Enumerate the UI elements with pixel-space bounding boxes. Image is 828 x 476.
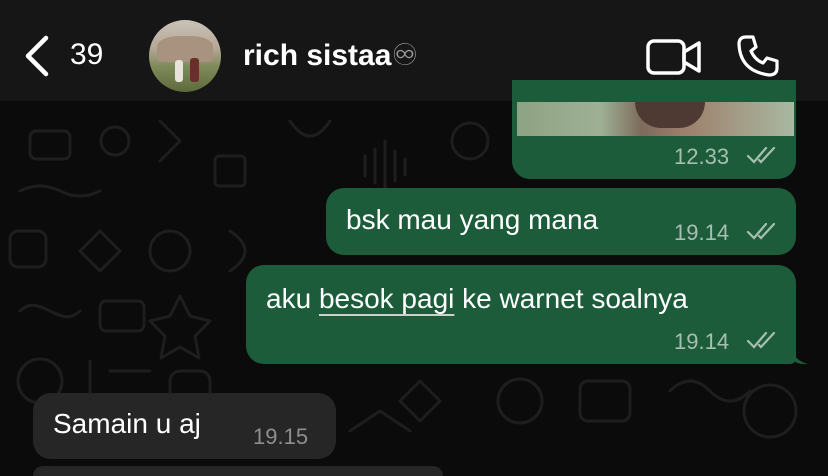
message-time: 19.14 [674, 220, 730, 245]
avatar[interactable] [149, 20, 221, 92]
unread-count[interactable]: 39 [70, 38, 103, 72]
message-time: 12.33 [674, 144, 730, 169]
photo-thumbnail[interactable] [516, 101, 795, 137]
message-text-part: ke warnet soalnya [454, 283, 688, 314]
bubble-tail [790, 345, 808, 365]
contact-name[interactable]: rich sistaa♾ [243, 38, 418, 73]
outgoing-message[interactable]: aku besok pagi ke warnet soalnya 19.14 [246, 265, 796, 364]
detected-date-link[interactable]: besok pagi [319, 283, 454, 314]
contact-name-text: rich sistaa [243, 39, 392, 72]
read-receipt-icon [746, 222, 776, 240]
message-time: 19.15 [253, 424, 309, 449]
outgoing-message[interactable]: bsk mau yang mana 19.14 [326, 188, 796, 255]
back-chevron-icon[interactable] [22, 34, 52, 78]
next-message-edge [33, 466, 443, 476]
message-time: 19.14 [674, 329, 730, 354]
incoming-message[interactable]: Samain u aj 19.15 [33, 393, 336, 459]
message-text-part: aku [266, 283, 319, 314]
phone-icon[interactable] [736, 34, 780, 78]
video-call-icon[interactable] [646, 38, 702, 76]
read-receipt-icon [746, 146, 776, 164]
message-text: bsk mau yang mana [346, 204, 599, 235]
message-text: Samain u aj [53, 408, 201, 439]
read-receipt-icon [746, 331, 776, 349]
message-text: aku besok pagi ke warnet soalnya [266, 283, 688, 315]
infinity-emoji: ♾ [391, 39, 419, 72]
